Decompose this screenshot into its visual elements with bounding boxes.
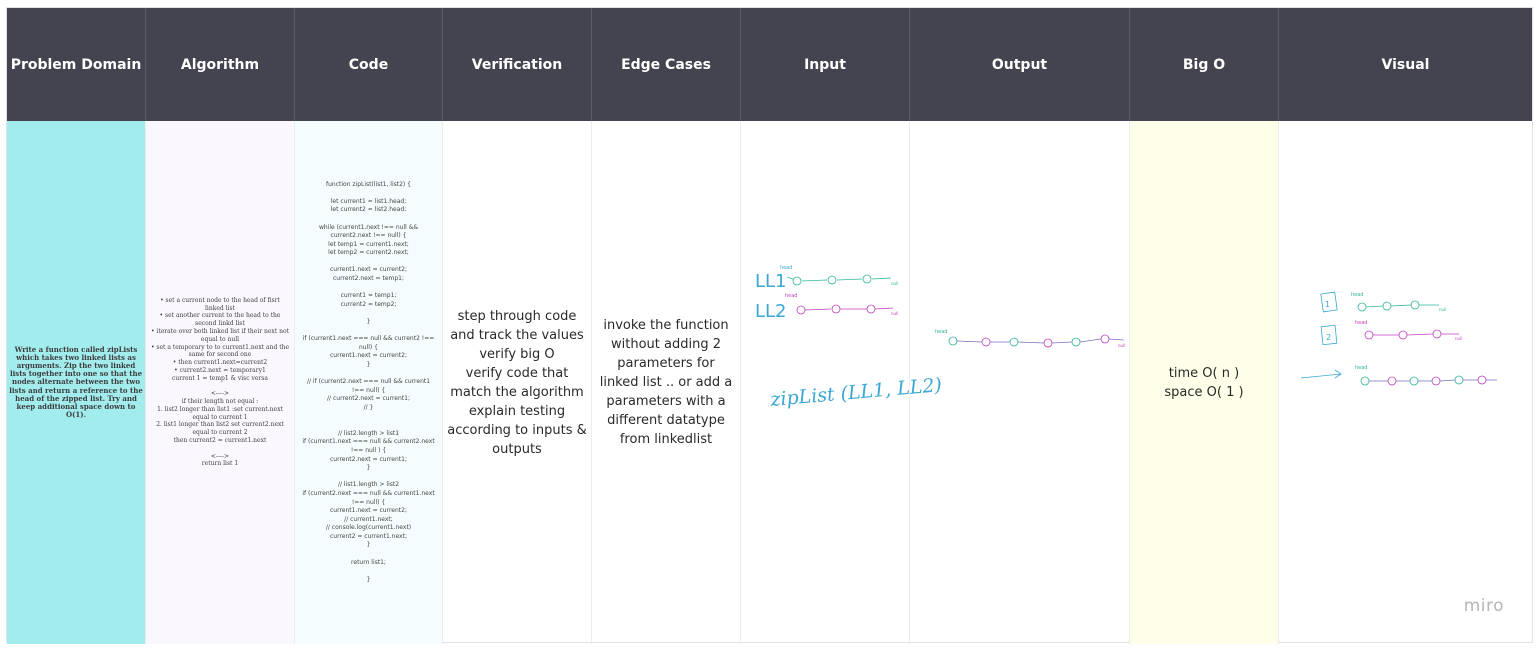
header-row: Problem Domain Algorithm Code Verificati…: [7, 8, 1532, 121]
header-edge-cases: Edge Cases: [592, 8, 741, 121]
header-problem-domain: Problem Domain: [7, 8, 146, 121]
input-sketch: LL1 head null LL2 head null zipList (LL1…: [755, 265, 943, 411]
header-algorithm: Algorithm: [146, 8, 295, 121]
input-ll1-head: head: [780, 265, 792, 271]
input-ll1-list: [786, 274, 892, 286]
miro-board: Problem Domain Algorithm Code Verificati…: [6, 7, 1533, 644]
input-ll2-label: LL2: [755, 301, 787, 322]
header-verification: Verification: [443, 8, 592, 121]
edge-cases-text: invoke the function without adding 2 par…: [599, 318, 733, 447]
big-o-space: space O( 1 ): [1164, 384, 1244, 400]
header-visual: Visual: [1381, 56, 1430, 73]
input-ll2-list: [796, 304, 894, 315]
visual-list-1: [1320, 291, 1439, 313]
miro-watermark: miro: [1463, 596, 1504, 616]
algorithm-text: • set a current node to the head of fisr…: [150, 296, 290, 468]
visual-sketch: 1 head null 2 head null head: [1300, 291, 1497, 386]
big-o-cell[interactable]: time O( n ) space O( 1 ): [1130, 121, 1279, 644]
input-ll2-head: head: [785, 293, 797, 299]
output-cell[interactable]: head null: [910, 121, 1130, 644]
input-cell[interactable]: LL1 head null LL2 head null zipList (LL1…: [741, 121, 943, 644]
visual-head-zipped: head: [1355, 365, 1367, 371]
header-big-o: Big O: [1130, 8, 1279, 121]
problem-domain-cell[interactable]: Write a function called zipLists which t…: [7, 121, 146, 644]
visual-head-2: head: [1355, 320, 1367, 326]
edge-cases-cell[interactable]: invoke the function without adding 2 par…: [592, 121, 741, 644]
verification-cell[interactable]: step through code and track the values v…: [443, 121, 592, 644]
input-ll1-label: LL1: [755, 271, 787, 292]
problem-domain-text: Write a function called zipLists which t…: [9, 344, 143, 420]
visual-head-1: head: [1351, 292, 1363, 298]
visual-label-2: 2: [1326, 333, 1331, 342]
visual-list-2: [1320, 324, 1459, 346]
input-ll1-null: null: [891, 281, 898, 286]
input-ll2-null: null: [891, 311, 898, 316]
visual-zipped-list: [1360, 375, 1497, 386]
output-null: null: [1118, 343, 1125, 348]
visual-null-1: null: [1439, 307, 1446, 312]
code-cell[interactable]: function zipList(list1, list2) { let cur…: [295, 121, 443, 644]
header-input: Input: [741, 8, 910, 121]
visual-arrow-icon: [1300, 369, 1342, 379]
visual-cell[interactable]: 1 head null 2 head null head miro: [1279, 121, 1532, 644]
algorithm-cell[interactable]: • set a current node to the head of fisr…: [146, 121, 295, 644]
output-sketch: head null: [935, 329, 1125, 348]
big-o-time: time O( n ): [1168, 365, 1240, 381]
output-zipped-list: [948, 334, 1125, 348]
header-code: Code: [295, 8, 443, 121]
verification-text: step through code and track the values v…: [447, 308, 587, 457]
output-head: head: [935, 329, 947, 335]
code-text: function zipList(list1, list2) { let cur…: [302, 180, 435, 583]
visual-label-1: 1: [1325, 300, 1330, 309]
visual-null-2: null: [1455, 336, 1462, 341]
header-output: Output: [910, 8, 1130, 121]
